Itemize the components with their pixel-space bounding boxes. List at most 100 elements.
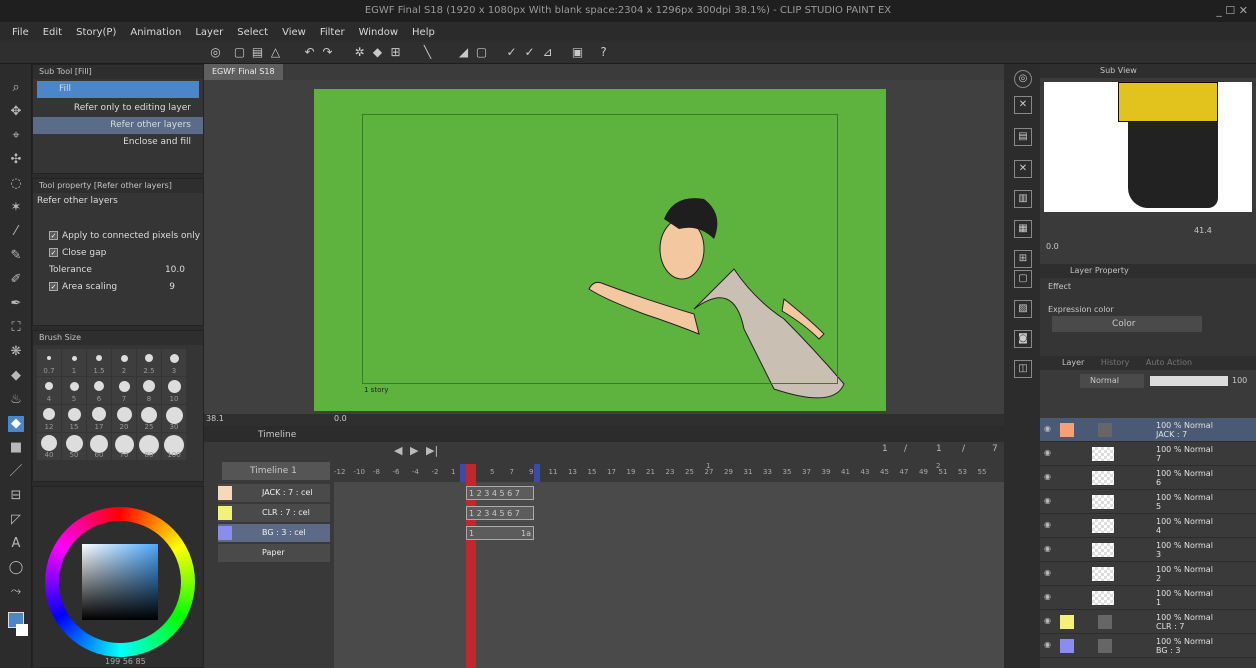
layer-row[interactable]: ◉ 100 % Normal 3 [1040,538,1256,562]
close-icon[interactable]: ✕ [1014,160,1032,178]
brush-size-preset[interactable]: 80 [137,433,161,460]
tab-history[interactable]: History [1101,358,1129,367]
tolerance-row[interactable]: Tolerance 10.0 [33,262,203,279]
color-wheel[interactable] [45,507,195,657]
blend-icon[interactable]: ♨ [8,392,24,408]
new-file-icon[interactable]: ▢ [232,45,247,60]
brush-size-preset[interactable]: 3 [162,349,186,376]
snap-ruler-icon[interactable]: ✓ [504,45,519,60]
play-icon[interactable]: ▶ [410,444,418,457]
layer-row[interactable]: ◉ 100 % Normal 1 [1040,586,1256,610]
save-icon[interactable]: △ [268,45,283,60]
timeline-name[interactable]: Timeline 1 [222,462,330,480]
tab-auto-action[interactable]: Auto Action [1146,358,1192,367]
layer-row[interactable]: ◉ 100 % Normal 2 [1040,562,1256,586]
brush-size-preset[interactable]: 25 [137,405,161,432]
menu-window[interactable]: Window [359,27,398,38]
menu-filter[interactable]: Filter [320,27,345,38]
tab-layer[interactable]: Layer [1062,358,1084,367]
close-icon[interactable]: ✕ [1014,96,1032,114]
menu-animation[interactable]: Animation [130,27,181,38]
clip-studio-icon[interactable]: ◎ [208,45,223,60]
layer-icon[interactable]: ▤ [1014,128,1032,146]
zoom-tool-icon[interactable]: ⌕ [8,80,24,96]
move-tool-icon[interactable]: ✥ [8,104,24,120]
pencil-icon[interactable]: ✐ [8,272,24,288]
selection-tool-icon[interactable]: ◌ [8,176,24,192]
expression-color-select[interactable]: Color [1052,316,1202,332]
opacity-slider[interactable] [1150,376,1228,386]
layer-row[interactable]: ◉ 100 % Normal 6 [1040,466,1256,490]
step-forward-icon[interactable]: ▶| [426,444,438,457]
track-clr[interactable]: CLR : 7 : cel [218,504,330,522]
instructions-icon[interactable]: ? [596,45,611,60]
brush-size-preset[interactable]: 60 [87,433,111,460]
menu-help[interactable]: Help [412,27,435,38]
eye-icon[interactable]: ◉ [1044,545,1054,553]
subview-zoom[interactable]: 41.4 [1194,226,1212,235]
material-icon[interactable]: ▥ [1014,190,1032,208]
subtool-refer-editing[interactable]: Refer only to editing layer [33,100,203,117]
menu-view[interactable]: View [282,27,306,38]
brush-size-preset[interactable]: 20 [112,405,136,432]
history-icon[interactable]: ▢ [1014,270,1032,288]
cel-block-jack[interactable]: 1 2 3 4 5 6 7 [466,486,534,500]
subtool-refer-other[interactable]: Refer other layers [33,117,203,134]
brush-size-preset[interactable]: 2 [112,349,136,376]
brush-size-preset[interactable]: 6 [87,377,111,404]
eye-icon[interactable]: ◉ [1044,497,1054,505]
eraser-icon[interactable]: ◆ [8,368,24,384]
move-layer-icon[interactable]: ✣ [8,152,24,168]
fill-icon[interactable]: ◆ [370,45,385,60]
subtool-group-fill[interactable]: Fill [37,81,199,98]
layer-row[interactable]: ◉ 100 % Normal CLR : 7 [1040,610,1256,634]
eye-icon[interactable]: ◉ [1044,449,1054,457]
cel-block-bg[interactable]: 1 1a [466,526,534,540]
timeline-ruler[interactable]: -12-10-8-6-4-213579111315171921232527293… [334,468,1006,480]
layer-row[interactable]: ◉ 100 % Normal 4 [1040,514,1256,538]
text-icon[interactable]: A [8,536,24,552]
tolerance-value[interactable]: 10.0 [165,262,185,279]
opacity-value[interactable]: 100 [1232,376,1247,385]
pen-icon[interactable]: ✎ [8,248,24,264]
navigator-icon[interactable]: ◎ [1014,70,1032,88]
brush-size-preset[interactable]: 4 [37,377,61,404]
eye-icon[interactable]: ◉ [1044,593,1054,601]
track-paper[interactable]: Paper [218,544,330,562]
auto-select-icon[interactable]: ✶ [8,200,24,216]
brush-size-preset[interactable]: 8 [137,377,161,404]
open-file-icon[interactable]: ▤ [250,45,265,60]
subtool-enclose-fill[interactable]: Enclose and fill [33,134,203,151]
brush-size-preset[interactable]: 30 [162,405,186,432]
track-jack[interactable]: JACK : 7 : cel [218,484,330,502]
window-controls[interactable]: _ ☐ ✕ [1216,0,1248,22]
playback-range-start[interactable] [460,464,466,482]
brush-size-preset[interactable]: 100 [162,433,186,460]
invert-selection-icon[interactable]: ◢ [456,45,471,60]
brush-size-preset[interactable]: 50 [62,433,86,460]
menu-layer[interactable]: Layer [195,27,223,38]
menu-select[interactable]: Select [237,27,268,38]
snap-grid-icon[interactable]: ⊿ [540,45,555,60]
track-bg[interactable]: BG : 3 : cel [218,524,330,542]
eye-icon[interactable]: ◉ [1044,473,1054,481]
animation-cel-icon[interactable]: ▨ [1014,300,1032,318]
gradient-icon[interactable]: ■ [8,440,24,456]
sub-color-swatch[interactable] [16,624,28,636]
brush-size-preset[interactable]: 17 [87,405,111,432]
eye-icon[interactable]: ◉ [1044,641,1054,649]
timeline-grid[interactable] [334,482,1006,668]
brush-size-preset[interactable]: 1.5 [87,349,111,376]
layer-row[interactable]: ◉ 100 % Normal JACK : 7 [1040,418,1256,442]
subview-image[interactable] [1044,82,1252,212]
close-gap-row[interactable]: ✓ Close gap [33,245,203,262]
saturation-value-square[interactable] [82,544,158,620]
apply-connected-row[interactable]: ✓ Apply to connected pixels only [33,228,203,245]
brush-size-preset[interactable]: 1 [62,349,86,376]
brush-size-preset[interactable]: 40 [37,433,61,460]
brush-size-preset[interactable]: 5 [62,377,86,404]
menu-file[interactable]: File [12,27,29,38]
brush-size-preset[interactable]: 0.7 [37,349,61,376]
eye-icon[interactable]: ◉ [1044,617,1054,625]
snap-special-ruler-icon[interactable]: ✓ [522,45,537,60]
